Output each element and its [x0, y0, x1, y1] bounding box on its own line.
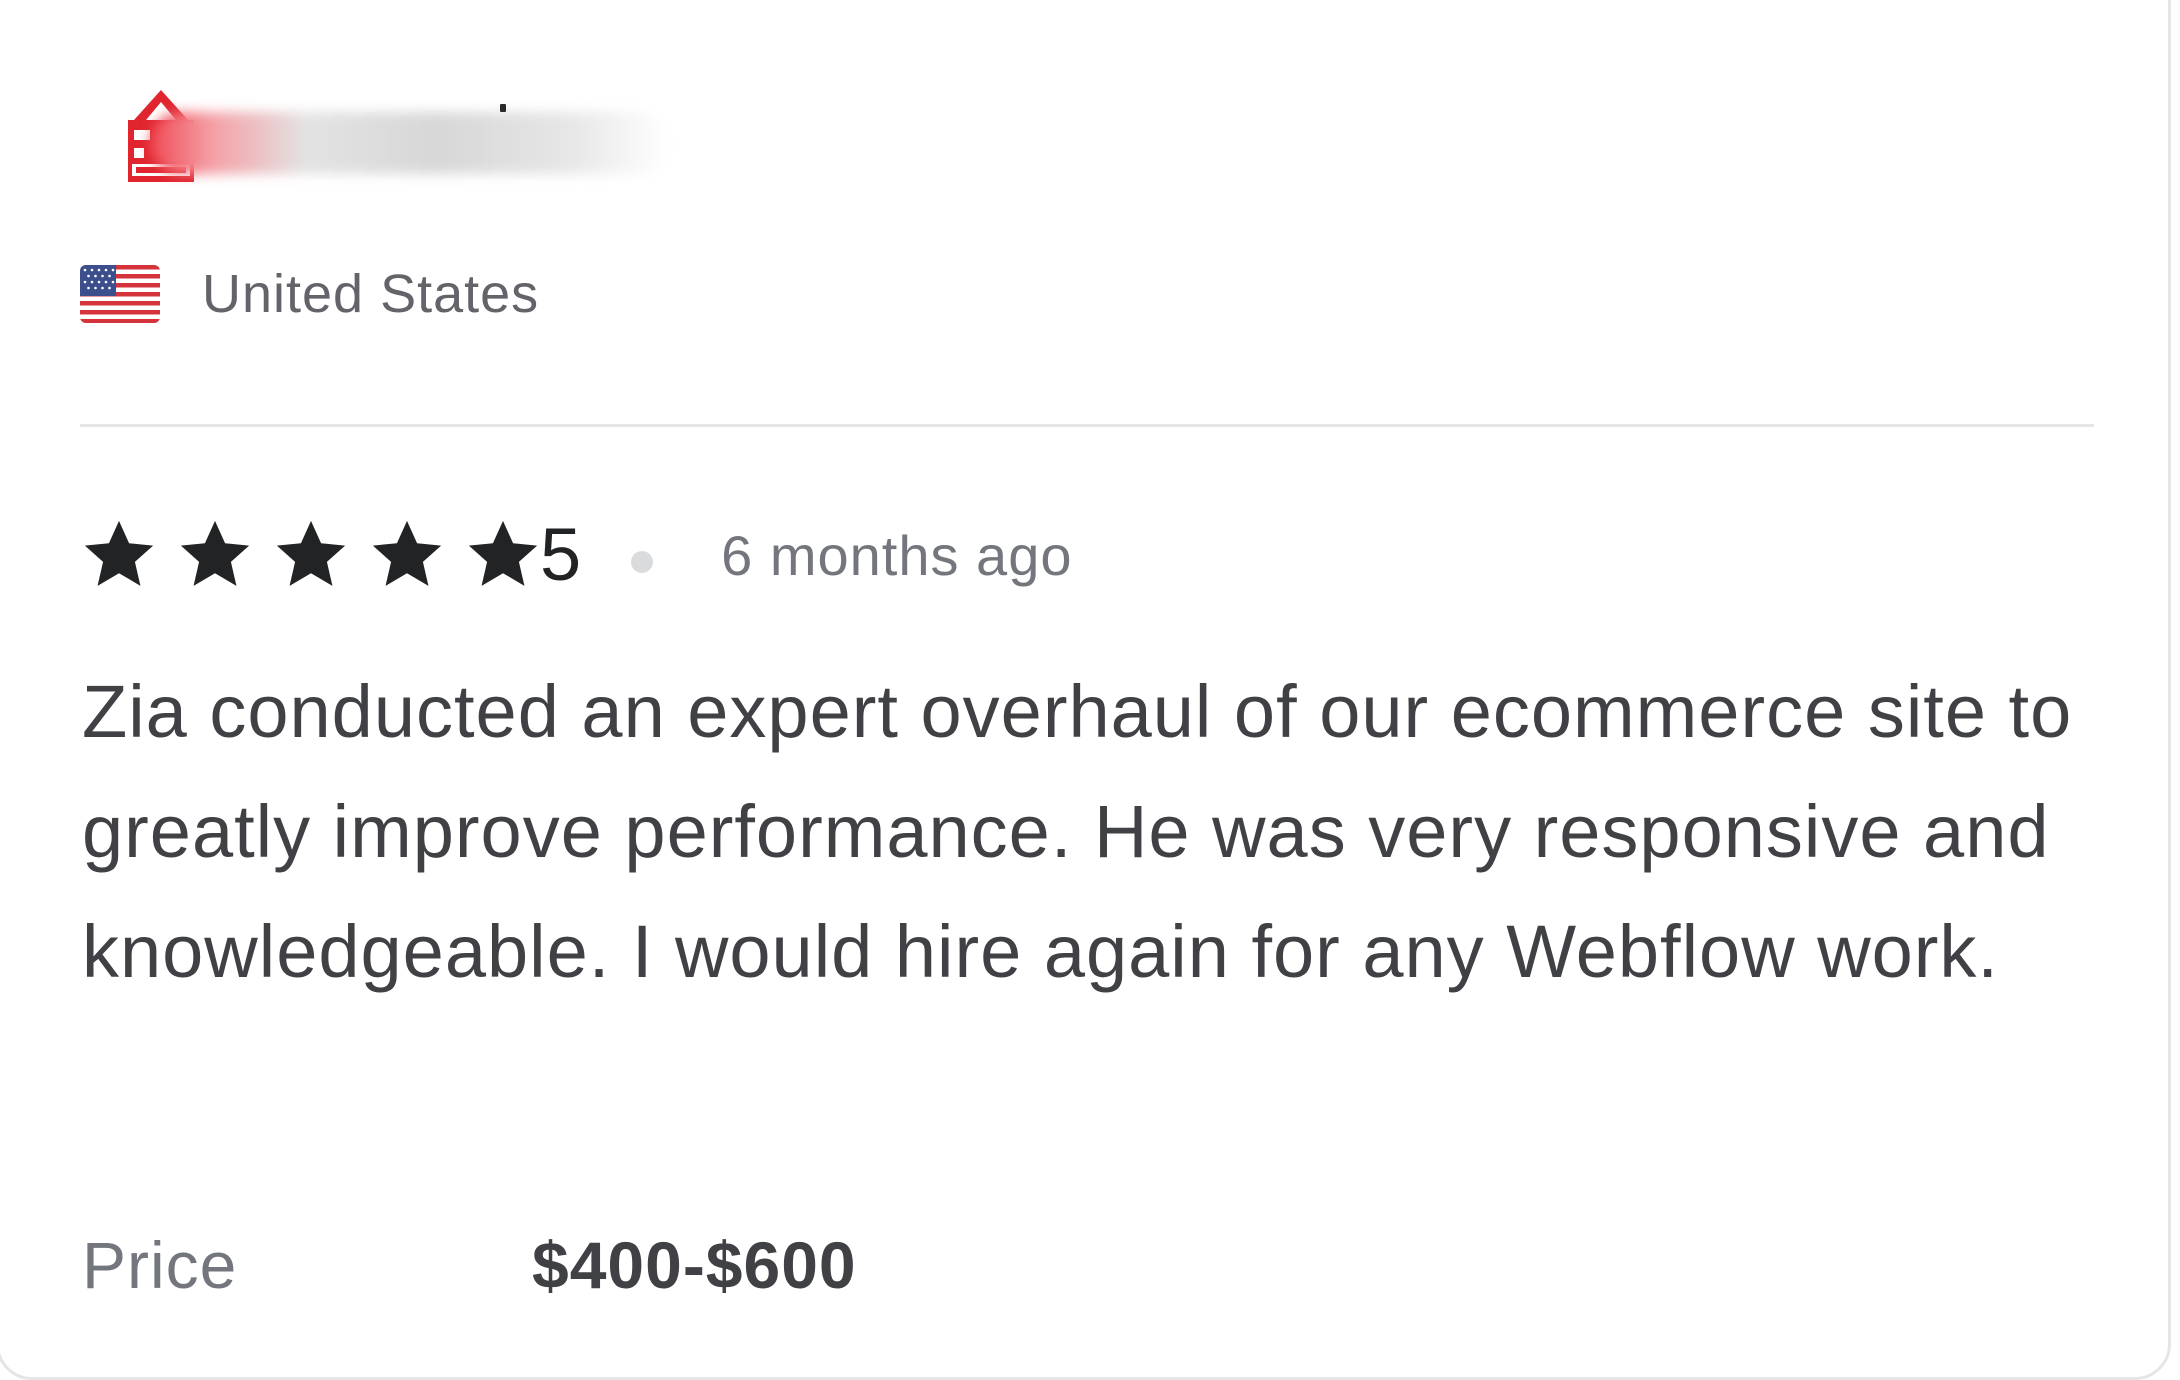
price-value: $400-$600 — [532, 1228, 857, 1302]
country-name: United States — [202, 264, 540, 324]
divider — [80, 424, 2094, 427]
review-text: Zia conducted an expert overhaul of our … — [82, 670, 2073, 993]
price-row: Price $400-$600 — [82, 1220, 857, 1310]
star-icon — [84, 520, 154, 586]
reviewer-name-redacted-mark — [500, 104, 506, 112]
star-icon — [180, 520, 250, 586]
star-icon — [468, 520, 538, 586]
rating-row: 5 6 months ago — [80, 514, 1073, 596]
reviewer-name-redacted — [150, 112, 670, 174]
reviewer-country: United States — [80, 262, 539, 326]
star-icon — [372, 520, 442, 586]
separator-dot — [631, 551, 654, 573]
review-time: 6 months ago — [721, 523, 1073, 587]
rating-value: 5 — [540, 513, 582, 596]
us-flag-icon — [80, 265, 160, 323]
star-icon — [276, 520, 346, 586]
price-label: Price — [82, 1228, 238, 1302]
